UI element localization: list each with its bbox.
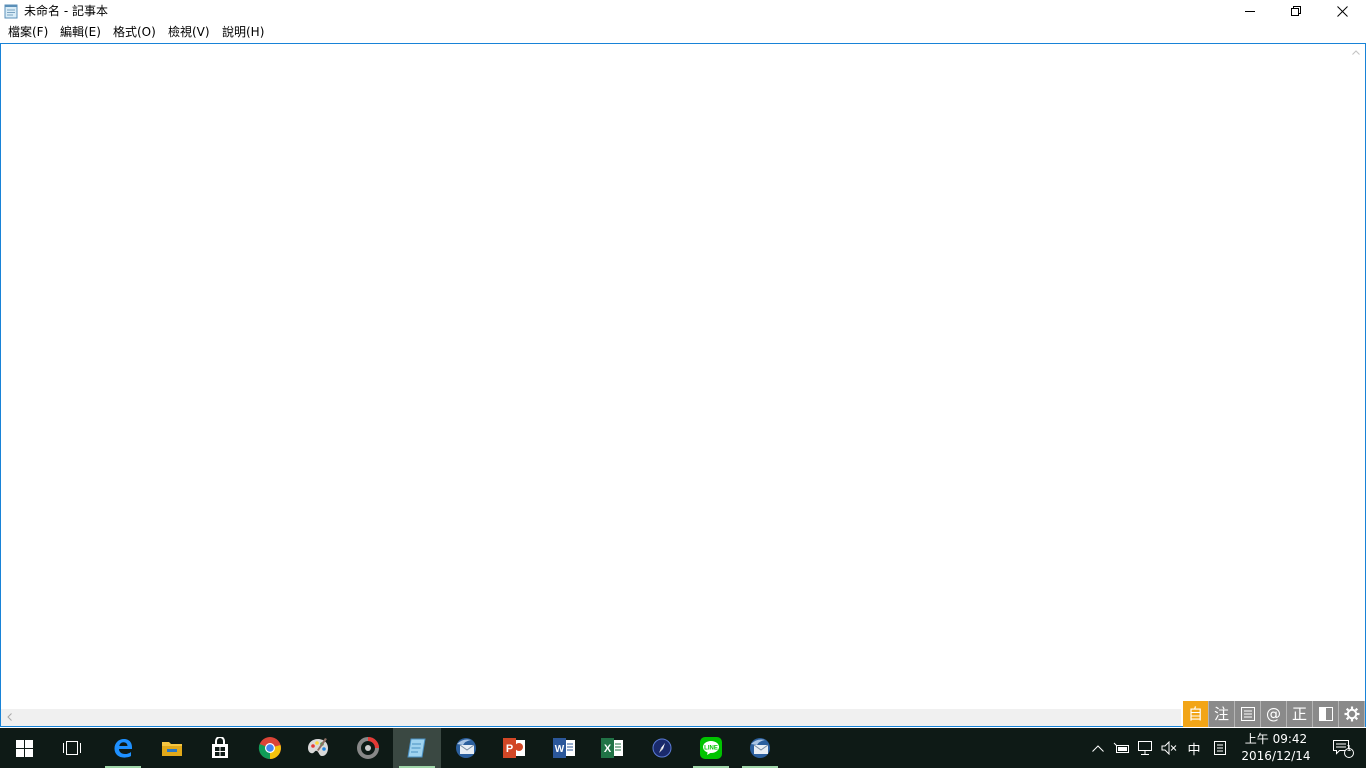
task-view-icon	[63, 741, 81, 755]
menu-format[interactable]: 格式(O)	[113, 25, 156, 39]
lens-icon	[357, 737, 379, 759]
horizontal-scrollbar[interactable]	[1, 709, 1181, 726]
notepad-app-icon[interactable]	[4, 4, 18, 19]
restore-icon	[1291, 6, 1301, 16]
excel-icon: X	[601, 738, 623, 758]
network-tray-button[interactable]	[1134, 728, 1158, 768]
ime-mode-indicator[interactable]: 中	[1182, 728, 1206, 768]
action-center-button[interactable]: 1	[1320, 728, 1366, 768]
taskbar-compass-app[interactable]	[638, 728, 686, 768]
taskbar-store[interactable]	[196, 728, 244, 768]
minimize-button[interactable]	[1227, 0, 1273, 22]
ime-document-icon	[1214, 741, 1226, 755]
menu-file[interactable]: 檔案(F)	[8, 25, 48, 39]
start-button[interactable]	[0, 728, 48, 768]
gear-icon	[1344, 706, 1359, 722]
mail-bird-icon	[456, 738, 476, 758]
taskbar-thunderbird-2[interactable]	[736, 728, 784, 768]
edge-icon	[114, 739, 132, 758]
list-icon	[1240, 707, 1255, 721]
menu-bar: 檔案(F) 編輯(E) 格式(O) 檢視(V) 說明(H)	[0, 22, 1366, 42]
minimize-icon	[1245, 11, 1255, 12]
clock[interactable]: 上午 09:42 2016/12/14	[1232, 731, 1320, 765]
taskbar-powerpoint[interactable]: P	[490, 728, 538, 768]
ime-toolbar: 自 注 @ 正	[1183, 701, 1365, 727]
ime-symbol-button[interactable]: @	[1261, 701, 1287, 727]
svg-text:W: W	[555, 744, 565, 755]
close-icon	[1336, 5, 1348, 17]
chrome-icon	[258, 737, 281, 760]
notification-count: 1	[1346, 744, 1352, 753]
vertical-scrollbar[interactable]	[1348, 44, 1365, 710]
line-icon: LINE	[700, 737, 722, 759]
svg-text:P: P	[506, 743, 513, 755]
chevron-up-icon	[1092, 744, 1104, 752]
taskbar-capture-app[interactable]	[344, 728, 392, 768]
battery-plug-icon	[1113, 742, 1129, 753]
notepad-icon	[407, 738, 426, 758]
palette-icon	[308, 738, 328, 756]
menu-help[interactable]: 說明(H)	[222, 25, 264, 39]
svg-text:X: X	[604, 743, 612, 755]
volume-tray-button[interactable]	[1158, 728, 1180, 768]
taskbar: P W X LINE 中 上午 09:42 2016/12/14 1	[0, 728, 1366, 768]
powerpoint-icon: P	[503, 738, 525, 758]
windows-logo-icon	[15, 739, 33, 757]
menu-view[interactable]: 檢視(V)	[168, 25, 210, 39]
store-icon	[212, 737, 228, 758]
svg-text:LINE: LINE	[704, 746, 718, 752]
taskbar-chrome[interactable]	[246, 728, 294, 768]
taskbar-paint[interactable]	[294, 728, 342, 768]
clock-date: 2016/12/14	[1241, 749, 1311, 763]
half-width-icon	[1318, 707, 1333, 721]
battery-tray-button[interactable]	[1110, 728, 1134, 768]
title-bar[interactable]: 未命名 - 記事本	[0, 0, 1366, 22]
task-view-button[interactable]	[48, 728, 96, 768]
taskbar-word[interactable]: W	[540, 728, 588, 768]
ime-self-button[interactable]: 自	[1183, 701, 1209, 727]
ime-pad-button[interactable]	[1208, 728, 1232, 768]
taskbar-line[interactable]: LINE	[687, 728, 735, 768]
ime-traditional-button[interactable]: 正	[1287, 701, 1313, 727]
scroll-up-icon	[1352, 50, 1360, 55]
show-hidden-icons-button[interactable]	[1088, 728, 1108, 768]
clock-time: 上午 09:42	[1244, 732, 1308, 746]
taskbar-file-explorer[interactable]	[148, 728, 196, 768]
ime-half-full-button[interactable]	[1313, 701, 1339, 727]
ime-list-button[interactable]	[1235, 701, 1261, 727]
taskbar-notepad[interactable]	[393, 728, 441, 768]
word-icon: W	[553, 738, 575, 758]
taskbar-edge[interactable]	[99, 728, 147, 768]
ime-settings-button[interactable]	[1339, 701, 1365, 727]
folder-icon	[162, 742, 182, 756]
taskbar-thunderbird[interactable]	[442, 728, 490, 768]
ime-mode-label: 中	[1187, 742, 1201, 758]
mail-bird-icon	[750, 738, 770, 758]
window-title: 未命名 - 記事本	[24, 4, 108, 18]
scroll-left-icon	[7, 713, 12, 721]
text-editor[interactable]	[0, 43, 1366, 727]
menu-edit[interactable]: 編輯(E)	[60, 25, 101, 39]
ime-zhuyin-button[interactable]: 注	[1209, 701, 1235, 727]
taskbar-excel[interactable]: X	[588, 728, 636, 768]
restore-button[interactable]	[1273, 0, 1319, 22]
volume-muted-icon	[1161, 741, 1177, 755]
close-button[interactable]	[1319, 0, 1365, 22]
compass-icon	[652, 738, 672, 758]
network-icon	[1138, 741, 1152, 755]
